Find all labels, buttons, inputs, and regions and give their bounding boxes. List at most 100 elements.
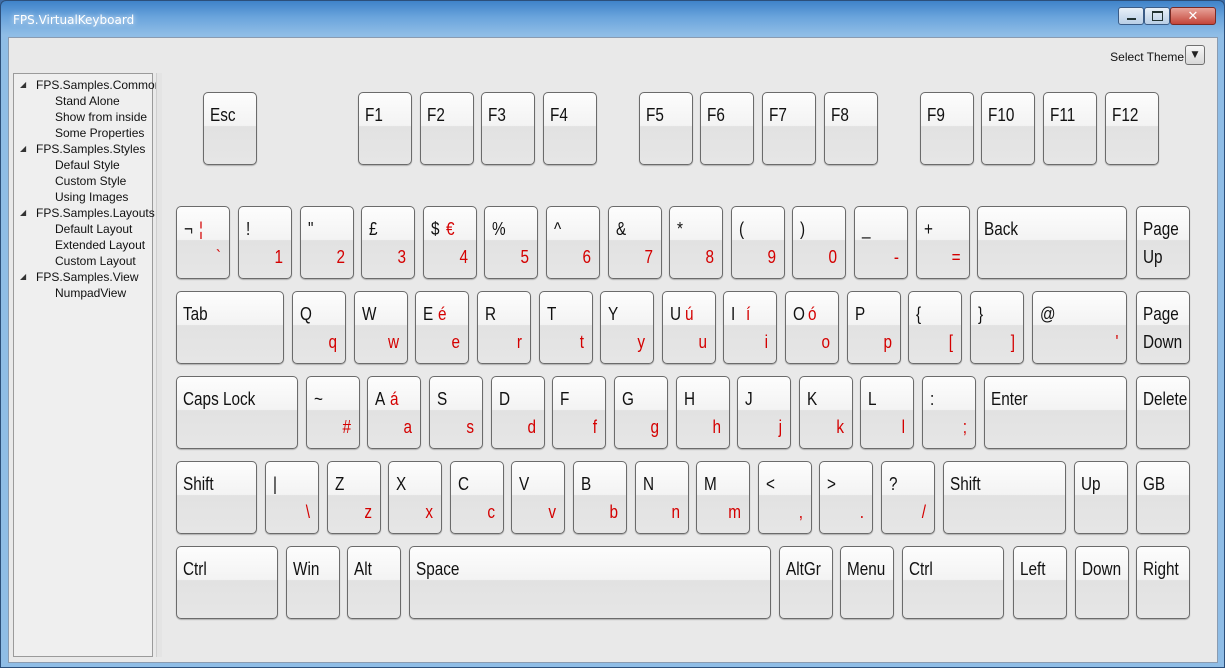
key-f2[interactable]: F2 (420, 92, 474, 165)
key-a[interactable]: Aáa (367, 376, 421, 449)
key-l[interactable]: Ll (860, 376, 914, 449)
key-f4[interactable]: F4 (543, 92, 597, 165)
tree-group-item[interactable]: ◢ FPS.Samples.Styles (14, 141, 145, 157)
key-i[interactable]: Iíi (723, 291, 777, 364)
key-5[interactable]: % 5 (484, 206, 538, 279)
key-lctrl[interactable]: Ctrl (176, 546, 278, 619)
expand-arrow-icon[interactable]: ◢ (20, 269, 26, 285)
key-f11[interactable]: F11 (1043, 92, 1097, 165)
key-7[interactable]: & 7 (608, 206, 662, 279)
theme-dropdown-button[interactable]: ▼ (1185, 45, 1205, 65)
key-u[interactable]: Uúu (662, 291, 716, 364)
key-menu[interactable]: Menu (840, 546, 894, 619)
expand-arrow-icon[interactable]: ◢ (20, 205, 26, 221)
key-quote[interactable]: @ ' (1032, 291, 1127, 364)
key-e[interactable]: Eée (415, 291, 469, 364)
tree-leaf-item[interactable]: Extended Layout (14, 237, 145, 253)
key-f12[interactable]: F12 (1105, 92, 1159, 165)
key-capslock[interactable]: Caps Lock (176, 376, 298, 449)
key-z[interactable]: Zz (327, 461, 381, 534)
tree-leaf-item[interactable]: Defaul Style (14, 157, 120, 173)
key-delete[interactable]: Delete (1136, 376, 1190, 449)
key-9[interactable]: (9 (731, 206, 785, 279)
tree-leaf-item[interactable]: Show from inside (14, 109, 147, 125)
key-p[interactable]: Pp (847, 291, 901, 364)
key-2[interactable]: " 2 (300, 206, 354, 279)
key-o[interactable]: Oóo (785, 291, 839, 364)
key-x[interactable]: Xx (388, 461, 442, 534)
key-pagedown[interactable]: Page Down (1136, 291, 1190, 364)
key-f6[interactable]: F6 (700, 92, 754, 165)
tree-leaf-item[interactable]: Custom Layout (14, 253, 136, 269)
key-tab[interactable]: Tab (176, 291, 284, 364)
key-c[interactable]: Cc (450, 461, 504, 534)
key-w[interactable]: Ww (354, 291, 408, 364)
close-button[interactable]: ✕ (1170, 7, 1216, 25)
tree-group-item[interactable]: ◢ FPS.Samples.Common (14, 77, 161, 93)
key-8[interactable]: * 8 (669, 206, 723, 279)
key-hash[interactable]: ~ # (306, 376, 360, 449)
key-lbracket[interactable]: {[ (908, 291, 962, 364)
key-backtick[interactable]: ¬ ¦ ` (176, 206, 230, 279)
key-0[interactable]: ) 0 (792, 206, 846, 279)
key-f7[interactable]: F7 (762, 92, 816, 165)
key-4[interactable]: $ €4 (423, 206, 477, 279)
key-f3[interactable]: F3 (481, 92, 535, 165)
key-rctrl[interactable]: Ctrl (902, 546, 1004, 619)
key-m[interactable]: Mm (696, 461, 750, 534)
maximize-button[interactable] (1144, 7, 1170, 25)
key-s[interactable]: Ss (429, 376, 483, 449)
key-minus[interactable]: _ - (854, 206, 908, 279)
key-r[interactable]: Rr (477, 291, 531, 364)
key-period[interactable]: >. (819, 461, 873, 534)
key-esc[interactable]: Esc (203, 92, 257, 165)
key-y[interactable]: Yy (600, 291, 654, 364)
key-slash[interactable]: ? / (881, 461, 935, 534)
key-h[interactable]: Hh (676, 376, 730, 449)
key-3[interactable]: £3 (361, 206, 415, 279)
key-backslash[interactable]: | \ (265, 461, 319, 534)
expand-arrow-icon[interactable]: ◢ (20, 77, 26, 93)
key-up[interactable]: Up (1074, 461, 1128, 534)
key-f1[interactable]: F1 (358, 92, 412, 165)
key-f9[interactable]: F9 (920, 92, 974, 165)
expand-arrow-icon[interactable]: ◢ (20, 141, 26, 157)
key-f[interactable]: Ff (552, 376, 606, 449)
minimize-button[interactable] (1118, 7, 1144, 25)
key-q[interactable]: Qq (292, 291, 346, 364)
tree-group-item[interactable]: ◢ FPS.Samples.Layouts (14, 205, 155, 221)
splitter[interactable] (156, 73, 162, 657)
key-enter[interactable]: Enter (984, 376, 1127, 449)
key-right[interactable]: Right (1136, 546, 1190, 619)
key-f10[interactable]: F10 (981, 92, 1035, 165)
key-k[interactable]: Kk (799, 376, 853, 449)
key-n[interactable]: Nn (635, 461, 689, 534)
key-gb[interactable]: GB (1136, 461, 1190, 534)
key-lshift[interactable]: Shift (176, 461, 257, 534)
key-rshift[interactable]: Shift (943, 461, 1066, 534)
key-equals[interactable]: + = (916, 206, 970, 279)
key-1[interactable]: ! 1 (238, 206, 292, 279)
key-win[interactable]: Win (286, 546, 340, 619)
tree-group-item[interactable]: ◢ FPS.Samples.View (14, 269, 139, 285)
key-rbracket[interactable]: }] (970, 291, 1024, 364)
key-g[interactable]: Gg (614, 376, 668, 449)
key-comma[interactable]: <, (758, 461, 812, 534)
key-alt[interactable]: Alt (347, 546, 401, 619)
key-t[interactable]: Tt (539, 291, 593, 364)
key-f8[interactable]: F8 (824, 92, 878, 165)
tree-leaf-item[interactable]: Some Properties (14, 125, 144, 141)
tree-leaf-item[interactable]: Custom Style (14, 173, 126, 189)
key-pageup[interactable]: Page Up (1136, 206, 1190, 279)
key-altgr[interactable]: AltGr (779, 546, 833, 619)
tree-leaf-item[interactable]: Using Images (14, 189, 128, 205)
tree-leaf-item[interactable]: NumpadView (14, 285, 126, 301)
tree-leaf-item[interactable]: Default Layout (14, 221, 132, 237)
key-down[interactable]: Down (1075, 546, 1129, 619)
key-space[interactable]: Space (409, 546, 771, 619)
key-b[interactable]: Bb (573, 461, 627, 534)
key-j[interactable]: Jj (737, 376, 791, 449)
tree-leaf-item[interactable]: Stand Alone (14, 93, 120, 109)
key-semicolon[interactable]: :; (922, 376, 976, 449)
key-6[interactable]: ^ 6 (546, 206, 600, 279)
